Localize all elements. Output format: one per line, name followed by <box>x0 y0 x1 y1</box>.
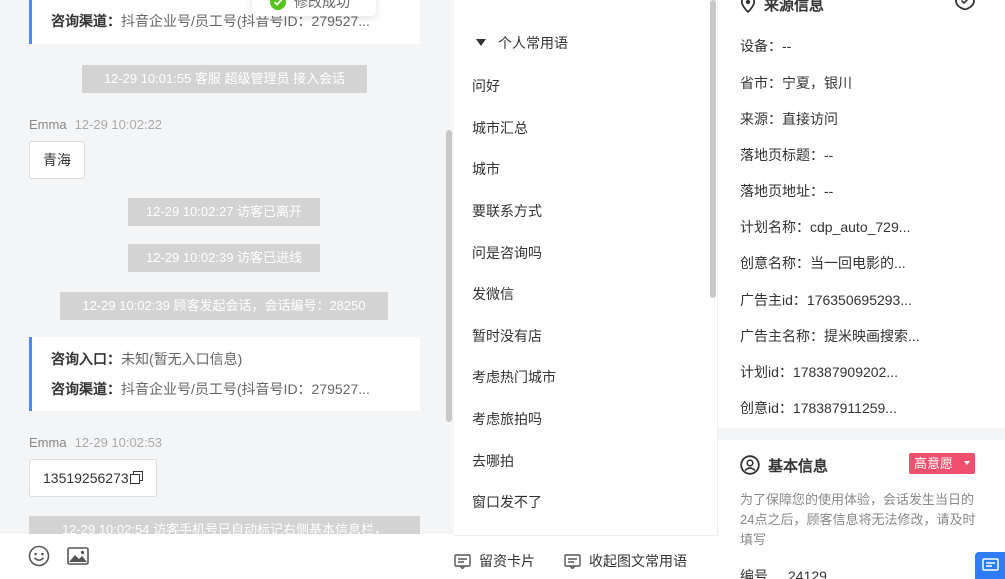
phrase-item[interactable]: 问好 <box>472 76 500 96</box>
message-bubble: 13519256273 <box>29 459 157 497</box>
section-divider <box>718 428 1005 440</box>
consult-channel-row: 咨询渠道：抖音企业号/员工号(抖音号ID：279527... <box>51 381 370 397</box>
floating-chat-button[interactable] <box>975 552 1005 579</box>
image-icon[interactable] <box>67 547 89 570</box>
phrase-item[interactable]: 考虑热门城市 <box>472 367 556 387</box>
edit-notice: 为了保障您的使用体验，会话发生当日的24点之后，顾客信息将无法修改，请及时填写 <box>740 492 976 547</box>
phrase-item[interactable]: 窗口发不了 <box>472 492 542 512</box>
phrases-footer: 留资卡片 收起图文常用语 <box>454 535 718 579</box>
caret-down-icon <box>964 461 970 465</box>
chat-icon <box>982 558 999 571</box>
intent-badge[interactable]: 高意愿 <box>909 453 975 474</box>
customer-info-panel: 来源信息 设备：-- 省市：宁夏，银川 来源：直接访问 落地页标题：-- 落地页… <box>718 0 1005 579</box>
emoji-icon[interactable] <box>28 545 50 572</box>
system-message: 12-29 10:01:55 客服 超级管理员 接入会话 <box>82 65 367 93</box>
plan-name-row: 计划名称：cdp_auto_729... <box>740 219 911 235</box>
phrase-item[interactable]: 城市汇总 <box>472 118 528 138</box>
phrases-panel: 个人常用语 问好 城市汇总 城市 要联系方式 问是咨询吗 发微信 暂时没有店 考… <box>454 0 718 579</box>
customer-id-row: 编号 24129 <box>740 568 827 579</box>
copy-icon[interactable] <box>129 461 143 497</box>
system-message: 12-29 10:02:27 访客已离开 <box>128 198 320 226</box>
chat-messages[interactable]: 咨询渠道：抖音企业号/员工号(抖音号ID：279527... 12-29 10:… <box>0 0 454 546</box>
chat-scrollbar[interactable] <box>446 130 452 422</box>
consult-info-card: 咨询入口：未知(暂无入口信息) 咨询渠道：抖音企业号/员工号(抖音号ID：279… <box>29 337 420 411</box>
caret-down-icon <box>476 38 486 46</box>
phrase-group-header[interactable]: 个人常用语 <box>476 33 568 53</box>
message-sender: Emma 12-29 10:02:53 <box>29 435 163 450</box>
creative-name-row: 创意名称：当一回电影的... <box>740 255 906 271</box>
source-city-row: 省市：宁夏，银川 <box>740 75 852 91</box>
check-circle-icon <box>270 0 286 10</box>
landing-url-row: 落地页地址：-- <box>740 183 834 199</box>
source-device-row: 设备：-- <box>740 38 792 54</box>
collapse-phrases-button[interactable]: 收起图文常用语 <box>564 551 687 571</box>
message-bubble: 青海 <box>29 141 85 179</box>
landing-title-row: 落地页标题：-- <box>740 147 834 163</box>
phrase-item[interactable]: 发微信 <box>472 284 514 304</box>
card-icon <box>454 554 471 570</box>
location-icon <box>740 0 756 14</box>
phrases-scrollbar[interactable] <box>710 0 716 298</box>
shield-icon[interactable] <box>954 0 976 15</box>
lead-card-button[interactable]: 留资卡片 <box>454 551 535 571</box>
creative-id-row: 创意id：178387911259... <box>740 400 897 416</box>
system-message: 12-29 10:02:39 顾客发起会话，会话编号：28250 <box>60 292 388 320</box>
phrase-item[interactable]: 城市 <box>472 159 500 179</box>
user-icon <box>740 455 760 475</box>
chat-panel: 咨询渠道：抖音企业号/员工号(抖音号ID：279527... 12-29 10:… <box>0 0 454 579</box>
consult-entry-row: 咨询入口：未知(暂无入口信息) <box>51 351 243 367</box>
chat-toolbar <box>0 534 454 579</box>
system-message: 12-29 10:02:39 访客已进线 <box>128 244 320 272</box>
basic-info-title: 基本信息 <box>740 455 828 477</box>
message-icon <box>564 554 581 570</box>
advertiser-id-row: 广告主id：176350695293... <box>740 292 913 308</box>
advertiser-name-row: 广告主名称：提米映画搜索... <box>740 328 920 344</box>
phrase-item[interactable]: 考虑旅拍吗 <box>472 409 542 429</box>
phrase-item[interactable]: 暂时没有店 <box>472 326 542 346</box>
plan-id-row: 计划id：178387909202... <box>740 364 899 380</box>
phrase-item[interactable]: 去哪拍 <box>472 451 514 471</box>
phrase-item[interactable]: 问是咨询吗 <box>472 243 542 263</box>
source-origin-row: 来源：直接访问 <box>740 111 838 127</box>
source-info-title: 来源信息 <box>740 0 824 15</box>
toast-success: 修改成功 <box>252 0 376 16</box>
message-sender: Emma 12-29 10:02:22 <box>29 117 163 132</box>
phrase-item[interactable]: 要联系方式 <box>472 201 542 221</box>
